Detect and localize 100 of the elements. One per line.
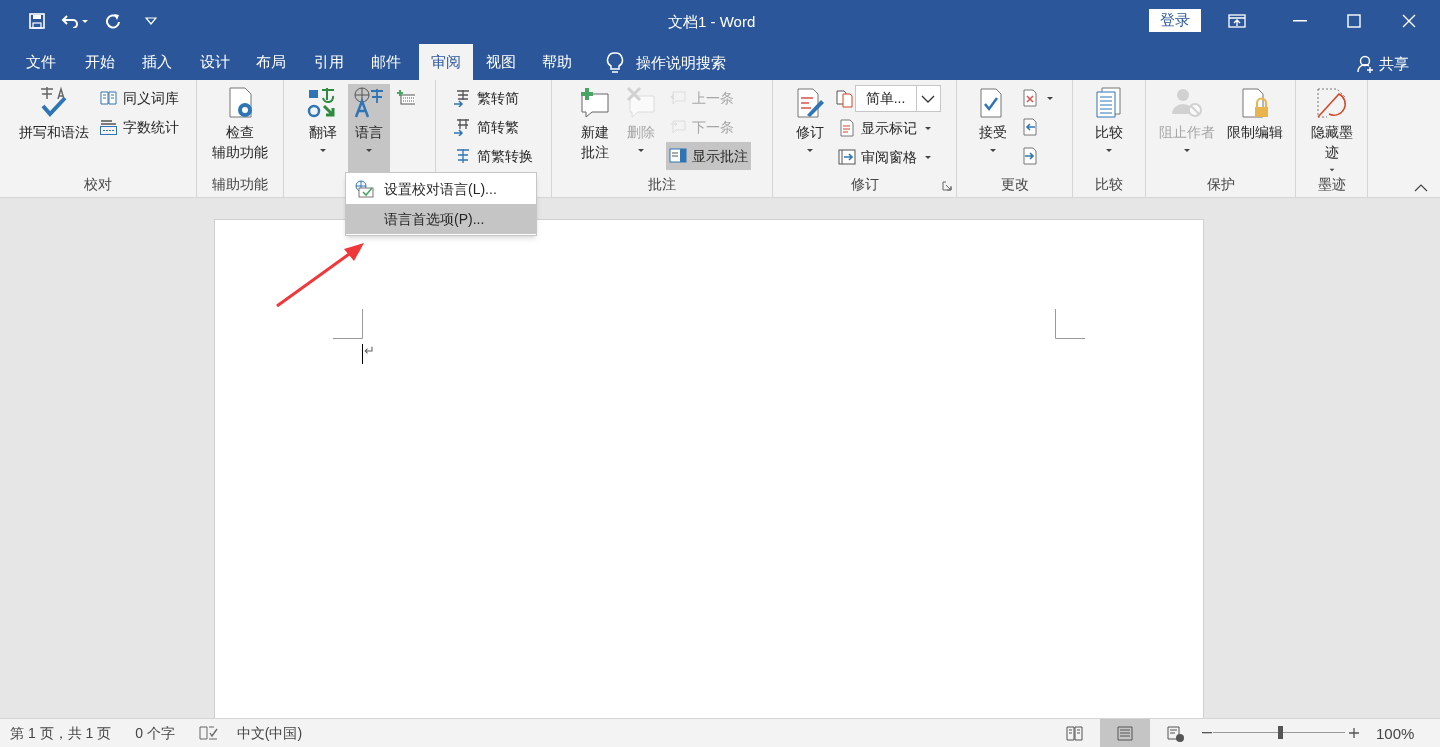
character-convert-icon: [454, 89, 472, 107]
reject-change-icon: [1021, 89, 1039, 107]
caret-icon: [923, 125, 932, 131]
ribbon-button[interactable]: 简转繁: [451, 113, 536, 141]
ribbon-tab[interactable]: 审阅: [419, 44, 473, 80]
ribbon-button[interactable]: 接受: [972, 84, 1014, 172]
proofing-language-icon: [355, 180, 375, 198]
ribbon-button[interactable]: 显示标记: [834, 114, 941, 142]
ribbon-button[interactable]: 比较: [1088, 84, 1130, 172]
redo-button[interactable]: [103, 11, 123, 31]
previous-change-icon: [1021, 118, 1039, 136]
group-label: 修订: [849, 175, 880, 194]
person-add-icon: [1357, 55, 1375, 74]
ribbon-tab[interactable]: 视图: [474, 44, 528, 80]
ribbon-button[interactable]: 修订: [788, 84, 831, 172]
markup-compare-icon: [834, 89, 853, 108]
ribbon-tab[interactable]: 开始: [73, 44, 127, 80]
caret-icon: [923, 154, 932, 160]
caret-icon: [81, 18, 89, 24]
ribbon-button[interactable]: 同义词库: [96, 84, 182, 112]
language-status[interactable]: 中文(中国): [236, 722, 303, 744]
text-cursor: [362, 344, 363, 364]
paragraph-mark: ↵: [364, 342, 375, 360]
caret-icon: [364, 148, 373, 153]
ribbon-button[interactable]: 显示批注: [665, 142, 751, 170]
group-label: 墨迹: [1316, 175, 1347, 194]
caret-icon: [989, 148, 997, 153]
caret-icon: [636, 148, 645, 153]
ribbon-button[interactable]: 简繁转换: [451, 142, 536, 170]
character-convert-icon: [454, 118, 472, 136]
book-icon: [99, 89, 118, 107]
ribbon-button[interactable]: 拼写和语法: [14, 84, 93, 172]
read-mode-icon: [1066, 724, 1084, 742]
ribbon-button[interactable]: 限制编辑: [1222, 84, 1287, 172]
maximize-button[interactable]: [1344, 11, 1364, 31]
show-comments-icon: [668, 147, 687, 165]
ribbon-tab[interactable]: 邮件: [359, 44, 413, 80]
word-count[interactable]: 0 个字: [135, 722, 175, 744]
menu-item[interactable]: 设置校对语言(L)...: [346, 174, 536, 204]
ribbon-button[interactable]: 新建 批注: [573, 84, 616, 172]
group-label: 批注: [647, 175, 677, 194]
zoom-in-button[interactable]: [1347, 726, 1361, 740]
caret-icon: [805, 148, 814, 153]
ribbon-button[interactable]: 繁转简: [451, 84, 536, 112]
share-button[interactable]: 共享: [1357, 53, 1409, 76]
dialog-launcher-icon: [942, 181, 952, 191]
proofing-button[interactable]: [198, 724, 219, 742]
markup-dropdown[interactable]: 简单...: [854, 85, 941, 112]
close-icon: [1402, 14, 1416, 28]
proofing-book-icon: [198, 725, 219, 741]
ribbon-button[interactable]: 检查 辅助功能: [208, 84, 272, 172]
chevron-up-icon: [1414, 184, 1428, 192]
group-label: 辅助功能: [211, 175, 269, 194]
ribbon-button[interactable]: 翻译: [301, 84, 344, 172]
save-icon: [29, 13, 45, 29]
ribbon-tab[interactable]: 文件: [14, 44, 68, 80]
undo-icon: [61, 14, 79, 28]
ribbon-tab[interactable]: 插入: [130, 44, 184, 80]
group-label: 保护: [1205, 175, 1236, 194]
ribbon-button[interactable]: 字数统计: [96, 113, 182, 141]
plus-icon: [1349, 728, 1359, 738]
reviewing-pane-icon: [837, 148, 856, 166]
collapse-ribbon-button[interactable]: [1414, 183, 1428, 193]
group-label: 比较: [1094, 175, 1124, 194]
window-title: 文档1 - Word: [668, 12, 756, 32]
caret-icon: [145, 17, 157, 25]
tell-me-search[interactable]: 操作说明搜索: [636, 52, 726, 75]
lightbulb-icon: [606, 52, 624, 75]
chevron-down-icon: [921, 94, 935, 103]
caret-icon: [1327, 168, 1336, 172]
maximize-icon: [1347, 14, 1361, 28]
margin-corner-mark: [1055, 309, 1085, 339]
dialog-launcher-button[interactable]: [942, 181, 952, 191]
save-button[interactable]: [27, 11, 47, 31]
caret-icon: [1046, 95, 1054, 101]
ink-stroke-icon: [1314, 86, 1349, 120]
slider-thumb[interactable]: [1278, 726, 1284, 739]
zoom-slider[interactable]: [1213, 726, 1345, 739]
print-layout-icon: [1116, 724, 1134, 742]
page-count[interactable]: 第 1 页，共 1 页: [10, 722, 112, 744]
ribbon-tab[interactable]: 设计: [188, 44, 242, 80]
ribbon-button[interactable]: 语言: [347, 84, 390, 172]
ribbon-display-icon: [1228, 13, 1246, 29]
next-change-icon: [1021, 147, 1039, 165]
ribbon-tab[interactable]: 布局: [244, 44, 298, 80]
web-layout-icon: [1166, 724, 1184, 742]
minimize-icon: [1293, 20, 1307, 22]
group-label: 更改: [999, 175, 1030, 194]
login-button[interactable]: 登录: [1149, 9, 1201, 32]
minus-icon: [1202, 732, 1212, 734]
keyboard-icon: [396, 89, 415, 107]
menu-item[interactable]: 语言首选项(P)...: [346, 204, 536, 234]
ribbon-button[interactable]: 隐藏墨 迹: [1306, 84, 1357, 172]
block-authors-icon: [1169, 86, 1204, 120]
ribbon-button[interactable]: 审阅窗格: [834, 143, 941, 171]
ribbon-tab[interactable]: 帮助: [530, 44, 584, 80]
redo-icon: [105, 13, 121, 29]
ribbon-tab[interactable]: 引用: [302, 44, 356, 80]
zoom-level[interactable]: 100%: [1376, 723, 1415, 746]
ribbon-display-button[interactable]: [1228, 11, 1248, 31]
